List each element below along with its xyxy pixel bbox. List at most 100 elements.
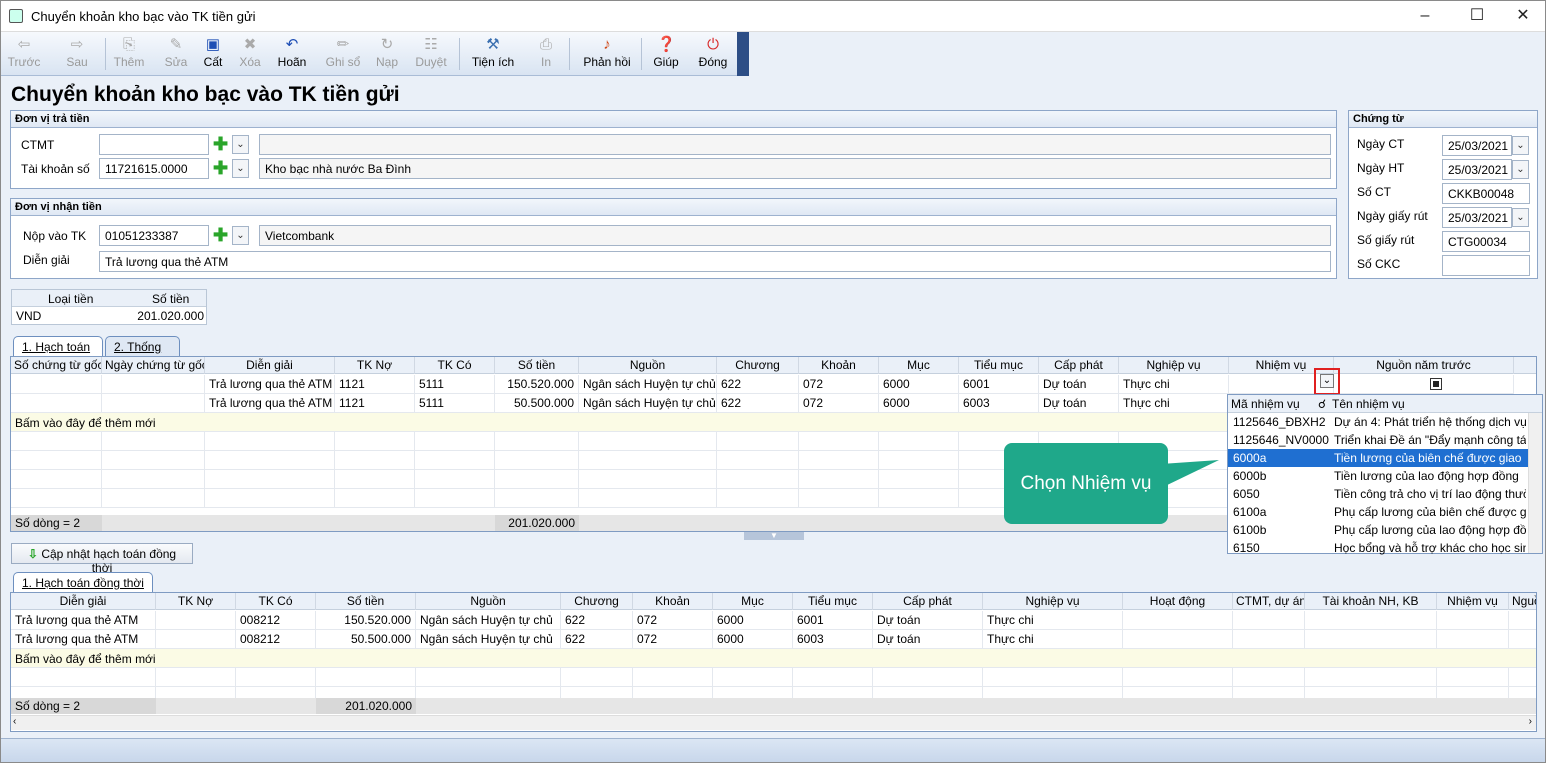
empty-cell[interactable]: [415, 470, 495, 489]
toolbar-hoan-button[interactable]: ↶ Hoãn: [273, 34, 311, 74]
empty-cell[interactable]: [102, 489, 205, 508]
task-dropdown-highlight[interactable]: ⌄: [1314, 368, 1340, 395]
splitter-handle[interactable]: ▼: [744, 532, 804, 540]
scroll-right-icon[interactable]: ›: [1529, 716, 1532, 727]
empty-cell[interactable]: [561, 668, 633, 687]
grid-cell-ngay-chung-tu-goc[interactable]: [102, 394, 205, 413]
empty-cell[interactable]: [1509, 668, 1536, 687]
grid-cell-so-tien[interactable]: 50.500.000: [495, 394, 579, 413]
grid-cell-muc[interactable]: 6000: [879, 394, 959, 413]
grid-cell-khoan[interactable]: 072: [799, 375, 879, 394]
empty-cell[interactable]: [495, 451, 579, 470]
grid-cell-tk-co[interactable]: 5111: [415, 375, 495, 394]
empty-cell[interactable]: [102, 451, 205, 470]
empty-cell[interactable]: [799, 489, 879, 508]
grid-cell-tai-khoan-nh-kb[interactable]: [1305, 630, 1437, 649]
close-button[interactable]: ✕: [1509, 6, 1537, 26]
account-add-icon[interactable]: ✚: [212, 159, 229, 177]
empty-cell[interactable]: [579, 432, 717, 451]
grid-cell-dien-giai[interactable]: Trả lương qua thẻ ATM: [205, 375, 335, 394]
grid-cell-chuong[interactable]: 622: [717, 375, 799, 394]
grid-cell-tk-no[interactable]: [156, 611, 236, 630]
empty-cell[interactable]: [495, 470, 579, 489]
grid-cell-tk-co[interactable]: 008212: [236, 611, 316, 630]
add-new-row[interactable]: Bấm vào đây để thêm mới: [11, 649, 1536, 668]
empty-cell[interactable]: [335, 470, 415, 489]
empty-cell[interactable]: [11, 432, 102, 451]
deposit-dropdown-icon[interactable]: ⌄: [232, 226, 249, 245]
empty-cell[interactable]: [415, 432, 495, 451]
empty-cell[interactable]: [713, 668, 793, 687]
empty-cell[interactable]: [717, 489, 799, 508]
grid-cell-ngay-chung-tu-goc[interactable]: [102, 375, 205, 394]
dropdown-item-1125646-nv0000[interactable]: 1125646_NV0000 Triển khai Đề án "Đẩy mạnh…: [1228, 431, 1542, 449]
grid-cell-chuong[interactable]: 622: [561, 630, 633, 649]
empty-cell[interactable]: [579, 489, 717, 508]
voucher-ngay-giay-rut-input[interactable]: 25/03/2021: [1442, 207, 1512, 228]
grid-cell-tk-no[interactable]: 1121: [335, 375, 415, 394]
grid-cell-nguo[interactable]: [1509, 611, 1536, 630]
empty-cell[interactable]: [316, 668, 416, 687]
grid-cell-muc[interactable]: 6000: [713, 611, 793, 630]
empty-cell[interactable]: [205, 451, 335, 470]
grid-cell-tieu-muc[interactable]: 6003: [959, 394, 1039, 413]
grid-cell-ctmt-du-an[interactable]: [1233, 611, 1305, 630]
grid-cell-nhiem-vu[interactable]: [1437, 630, 1509, 649]
empty-cell[interactable]: [799, 451, 879, 470]
dropdown-item-6000a[interactable]: 6000a Tiền lương của biên chế được giao: [1228, 449, 1542, 467]
desc-input[interactable]: Trả lương qua thẻ ATM: [99, 251, 1331, 272]
grid-cell-tk-no[interactable]: 1121: [335, 394, 415, 413]
grid-cell-so-tien[interactable]: 50.500.000: [316, 630, 416, 649]
grid-cell-tk-co[interactable]: 008212: [236, 630, 316, 649]
grid-cell-cap-phat[interactable]: Dự toán: [1039, 375, 1119, 394]
empty-cell[interactable]: [633, 668, 713, 687]
grid-cell-nghiep-vu[interactable]: Thực chi: [983, 630, 1123, 649]
empty-cell[interactable]: [717, 470, 799, 489]
empty-cell[interactable]: [717, 451, 799, 470]
empty-cell[interactable]: [799, 432, 879, 451]
grid-cell-nguon[interactable]: Ngân sách Huyện tự chủ: [579, 394, 717, 413]
grid-cell-tieu-muc[interactable]: 6001: [959, 375, 1039, 394]
dropdown-item-6100a[interactable]: 6100a Phụ cấp lương của biên chế được gia…: [1228, 503, 1542, 521]
empty-cell[interactable]: [205, 432, 335, 451]
empty-cell[interactable]: [873, 668, 983, 687]
grid-cell-chuong[interactable]: 622: [561, 611, 633, 630]
empty-cell[interactable]: [1123, 668, 1233, 687]
dropdown-scrollbar[interactable]: [1528, 413, 1542, 553]
empty-cell[interactable]: [11, 668, 156, 687]
toolbar-cat-button[interactable]: ▣ Cất: [199, 34, 227, 74]
deposit-input[interactable]: 01051233387: [99, 225, 209, 246]
empty-cell[interactable]: [579, 470, 717, 489]
grid-cell-nguon[interactable]: Ngân sách Huyện tự chủ: [416, 611, 561, 630]
grid-cell-khoan[interactable]: 072: [633, 630, 713, 649]
grid-cell-hoat-dong[interactable]: [1123, 611, 1233, 630]
previous-year-source-checkbox[interactable]: [1430, 378, 1442, 390]
dropdown-item-6050[interactable]: 6050 Tiền công trả cho vị trí lao động th…: [1228, 485, 1542, 503]
empty-cell[interactable]: [415, 451, 495, 470]
grid-cell-nguon-nam-truoc[interactable]: [1334, 375, 1514, 394]
grid-cell-dien-giai[interactable]: Trả lương qua thẻ ATM: [11, 611, 156, 630]
grid-cell-tieu-muc[interactable]: 6001: [793, 611, 873, 630]
empty-cell[interactable]: [205, 489, 335, 508]
deposit-add-icon[interactable]: ✚: [212, 226, 229, 244]
tab-hach-toan-dong-thoi[interactable]: 1. Hạch toán đồng thời: [13, 572, 153, 593]
grid-cell-khoan[interactable]: 072: [799, 394, 879, 413]
toolbar-dong-button[interactable]: ⏻ Đóng: [692, 34, 734, 74]
empty-cell[interactable]: [205, 470, 335, 489]
voucher-so-giay-rut-input[interactable]: CTG00034: [1442, 231, 1530, 252]
voucher-ngay-ht-dropdown-icon[interactable]: ⌄: [1512, 160, 1529, 179]
empty-cell[interactable]: [156, 668, 236, 687]
empty-cell[interactable]: [415, 489, 495, 508]
empty-cell[interactable]: [335, 432, 415, 451]
currency-type-cell[interactable]: VND: [16, 309, 41, 323]
grid-cell-nguo[interactable]: [1509, 630, 1536, 649]
grid-cell-tai-khoan-nh-kb[interactable]: [1305, 611, 1437, 630]
empty-cell[interactable]: [495, 432, 579, 451]
dropdown-item-6000b[interactable]: 6000b Tiền lương của lao động hợp đồng: [1228, 467, 1542, 485]
grid-cell-nghiep-vu[interactable]: Thực chi: [1119, 375, 1229, 394]
grid-cell-nguon[interactable]: Ngân sách Huyện tự chủ: [416, 630, 561, 649]
grid-cell-hoat-dong[interactable]: [1123, 630, 1233, 649]
grid-cell-tk-co[interactable]: 5111: [415, 394, 495, 413]
grid-cell-so-tien[interactable]: 150.520.000: [495, 375, 579, 394]
voucher-ngay-giay-rut-dropdown-icon[interactable]: ⌄: [1512, 208, 1529, 227]
